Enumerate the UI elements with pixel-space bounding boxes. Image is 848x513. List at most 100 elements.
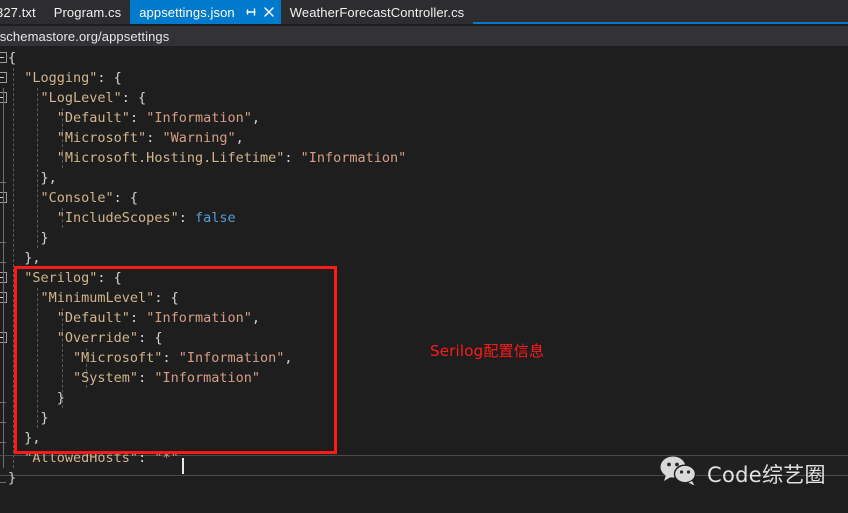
code-line[interactable]: "Microsoft": "Information", — [0, 348, 293, 368]
code-token: : { — [97, 270, 122, 286]
code-line[interactable]: "Logging": { — [0, 68, 122, 88]
code-token: }, — [8, 430, 41, 446]
code-line[interactable]: } — [0, 468, 16, 488]
code-token: : { — [138, 330, 163, 346]
code-token: "*" — [154, 450, 179, 466]
code-token: , — [251, 310, 261, 326]
code-token: } — [8, 410, 49, 426]
code-token: : — [138, 370, 155, 386]
code-line[interactable]: "Microsoft.Hosting.Lifetime": "Informati… — [0, 148, 407, 168]
code-token: : — [162, 350, 179, 366]
code-token: "Microsoft.Hosting.Lifetime" — [56, 150, 285, 166]
code-line[interactable]: "AllowedHosts": "*" — [0, 448, 179, 468]
code-line[interactable]: }, — [0, 428, 41, 448]
code-line[interactable]: }, — [0, 168, 57, 188]
code-line[interactable]: "Microsoft": "Warning", — [0, 128, 244, 148]
code-line[interactable]: "Default": "Information", — [0, 308, 260, 328]
code-token: "Logging" — [24, 70, 98, 86]
code-token: }, — [8, 170, 57, 186]
code-token: false — [194, 210, 236, 226]
code-line[interactable]: } — [0, 228, 49, 248]
editor-tab-program-cs[interactable]: Program.cs — [44, 0, 131, 24]
code-lines[interactable]: { "Logging": { "LogLevel": { "Default": … — [0, 46, 848, 513]
code-token: : — [284, 150, 301, 166]
code-token: "System" — [73, 370, 139, 386]
code-line[interactable]: "LogLevel": { — [0, 88, 147, 108]
code-line[interactable]: "Default": "Information", — [0, 108, 260, 128]
code-token: "Microsoft" — [73, 350, 163, 366]
code-token: "Microsoft" — [56, 130, 147, 146]
code-token: "Information" — [146, 310, 252, 326]
code-token: : — [129, 310, 147, 326]
code-token: } — [8, 390, 65, 406]
code-token: : { — [154, 290, 179, 306]
serilog-annotation-label: Serilog配置信息 — [430, 342, 545, 360]
code-token: "Information" — [154, 370, 260, 386]
code-editor-surface[interactable]: { "Logging": { "LogLevel": { "Default": … — [0, 46, 848, 513]
editor-tab-327-txt[interactable]: 327.txt — [0, 0, 45, 24]
code-line[interactable]: "Console": { — [0, 188, 139, 208]
visual-studio-editor-window: 327.txt Program.cs appsettings.json Weather… — [0, 0, 848, 513]
editor-tab-label: 327.txt — [0, 4, 36, 20]
code-token: : { — [97, 70, 122, 86]
editor-tab-label: WeatherForecastController.cs — [289, 4, 465, 20]
code-token: } — [8, 230, 49, 246]
code-token: , — [251, 110, 261, 126]
code-token: "AllowedHosts" — [24, 450, 139, 466]
code-token: { — [8, 50, 17, 66]
code-line[interactable]: "Serilog": { — [0, 268, 122, 288]
editor-tab-appsettings-json[interactable]: appsettings.json — [130, 0, 281, 24]
pin-icon[interactable] — [243, 4, 259, 20]
code-line[interactable]: } — [0, 388, 65, 408]
code-token: "IncludeScopes" — [56, 210, 179, 226]
code-token: , — [284, 350, 293, 366]
code-line[interactable]: } — [0, 408, 49, 428]
code-token: "Override" — [56, 330, 139, 346]
code-token: : { — [121, 90, 147, 106]
code-token: "Information" — [300, 150, 407, 166]
code-token: "Serilog" — [24, 270, 98, 286]
code-token: : — [129, 110, 147, 126]
code-token: "MinimumLevel" — [40, 290, 155, 306]
code-line[interactable]: "MinimumLevel": { — [0, 288, 179, 308]
editor-tab-weatherforecastcontroller-cs[interactable]: WeatherForecastController.cs — [280, 0, 474, 24]
code-line[interactable]: { — [0, 48, 16, 68]
code-line[interactable]: }, — [0, 248, 41, 268]
code-token: : — [178, 210, 195, 226]
code-token: "Information" — [146, 110, 252, 126]
code-token: }, — [8, 250, 41, 266]
json-schema-url: .schemastore.org/appsettings — [0, 28, 170, 44]
editor-tab-label: appsettings.json — [139, 4, 235, 20]
code-line[interactable]: "Override": { — [0, 328, 163, 348]
code-token: } — [8, 470, 17, 486]
code-line[interactable]: "IncludeScopes": false — [0, 208, 236, 228]
json-schema-bar[interactable]: .schemastore.org/appsettings — [0, 26, 848, 46]
code-token: "Warning" — [162, 130, 236, 146]
code-token: , — [235, 130, 244, 146]
code-token: : — [146, 130, 163, 146]
code-token: "Default" — [56, 310, 130, 326]
code-token: : { — [113, 190, 139, 206]
code-token: "LogLevel" — [40, 90, 122, 106]
editor-tab-bar: 327.txt Program.cs appsettings.json Weather… — [0, 0, 848, 24]
code-line[interactable]: "System": "Information" — [0, 368, 260, 388]
code-token: "Console" — [40, 190, 114, 206]
code-token: "Information" — [178, 350, 285, 366]
code-token: : — [138, 450, 155, 466]
close-icon[interactable] — [261, 4, 277, 20]
editor-tab-label: Program.cs — [53, 4, 122, 20]
